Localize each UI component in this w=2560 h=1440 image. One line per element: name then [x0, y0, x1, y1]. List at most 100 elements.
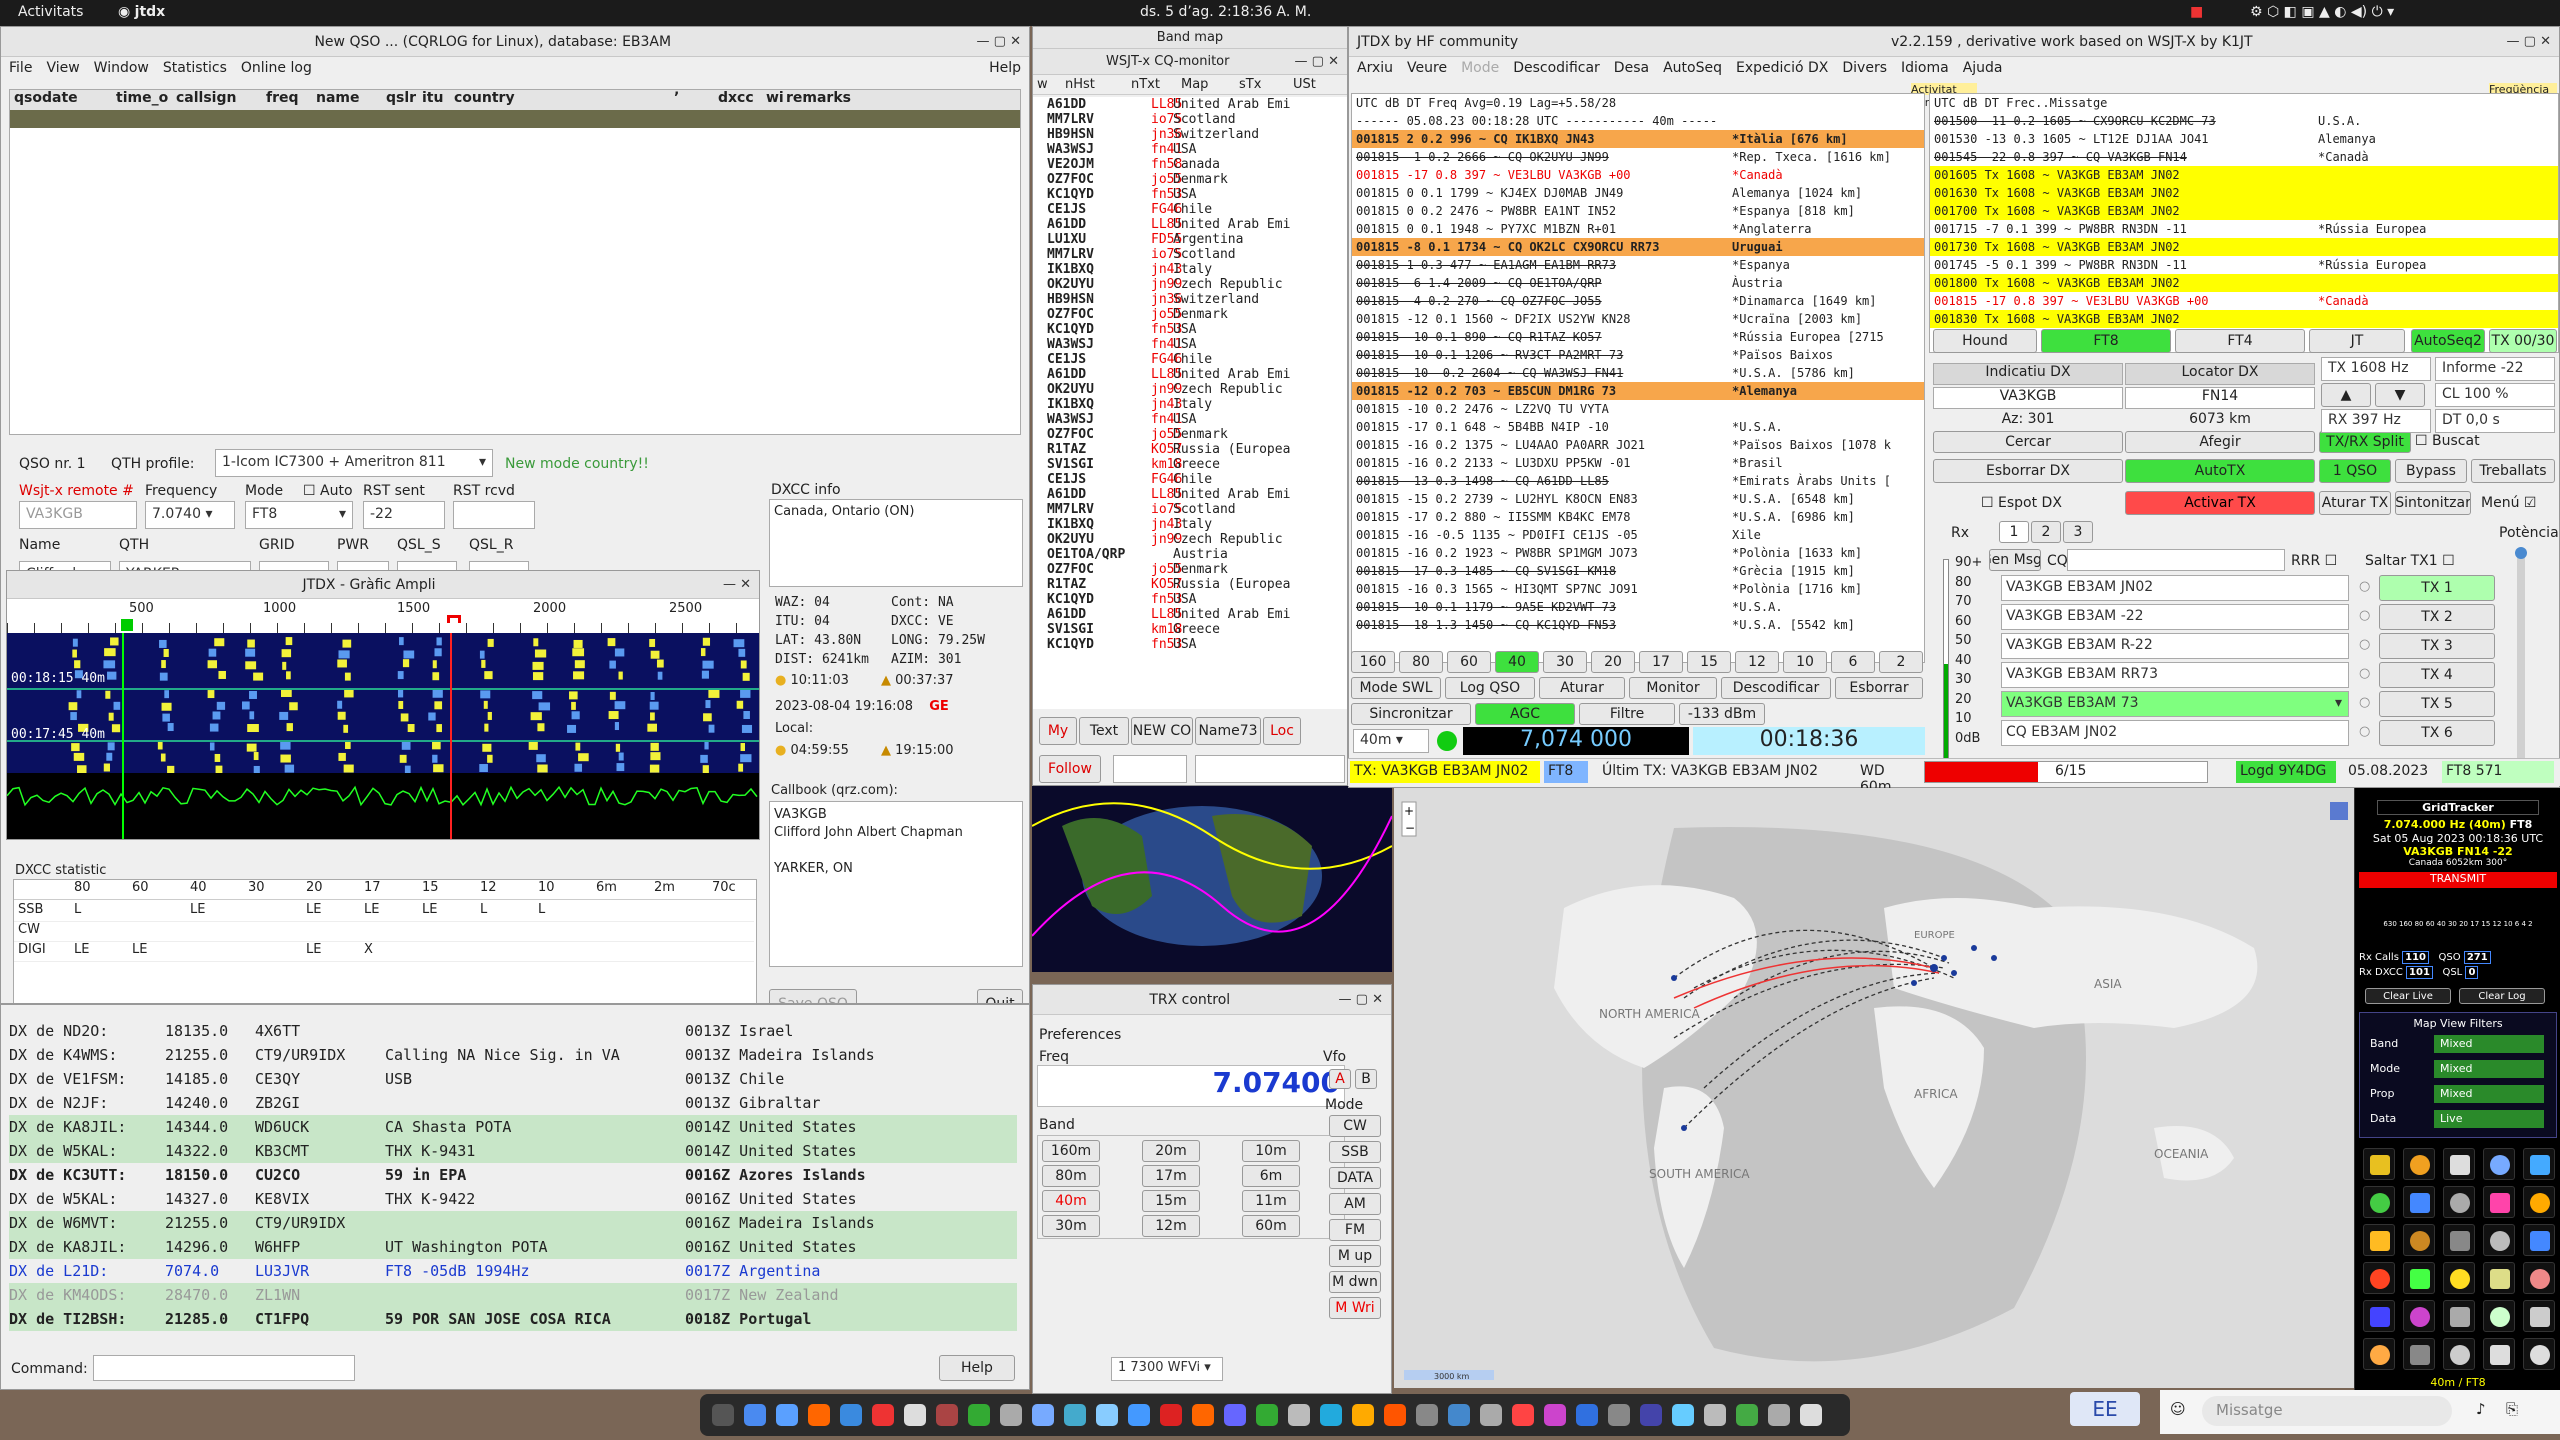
dock-app-icon[interactable]	[1320, 1404, 1342, 1426]
decode-row[interactable]: 001545 -22 0.8 397 ~ CQ VA3KGB FN14 *Cana…	[1930, 148, 2558, 166]
cluster-row[interactable]: DX de KC3UTT: 18150.0 CU2CO 59 in EPA 0016Z …	[9, 1163, 1017, 1187]
dx-call-field[interactable]: VA3KGB	[1933, 387, 2123, 409]
decode-row[interactable]: 001815 -13 0.3 1498 ~ CQ A61DD LL85 *Emir…	[1352, 472, 1924, 490]
tx-marker[interactable]	[447, 615, 461, 623]
band-button[interactable]: 80	[1399, 651, 1443, 673]
trx-mode-button[interactable]: CW	[1329, 1115, 1381, 1137]
control-button[interactable]: -133 dBm	[1679, 703, 1765, 725]
control-button[interactable]: Mode SWL	[1351, 677, 1441, 699]
band-button[interactable]: 40	[1495, 651, 1539, 673]
tx-up-button[interactable]: ▲	[2321, 383, 2371, 407]
cq-row[interactable]: A61DD LL85 United Arab Emi	[1033, 487, 1347, 502]
decode-row[interactable]: 001800 Tx 1608 ~ VA3KGB EB3AM JN02	[1930, 274, 2558, 292]
decode-row[interactable]: 001815 -8 0.1 1734 ~ CQ OK2LC CX9ORCU RR…	[1352, 238, 1924, 256]
tune-button[interactable]: Sintonitzar	[2395, 491, 2471, 515]
cq-row[interactable]: KC1QYD fn53 USA	[1033, 187, 1347, 202]
col-itu[interactable]: itu	[422, 90, 443, 106]
halt-tx-button[interactable]: Aturar TX	[2319, 491, 2391, 515]
dock-app-icon[interactable]	[1672, 1404, 1694, 1426]
gt-tool-icon[interactable]	[2403, 1186, 2435, 1218]
cq-col[interactable]: sTx	[1239, 77, 1261, 92]
tx-message-field[interactable]: VA3KGB EB3AM JN02	[2001, 575, 2349, 601]
window-controls[interactable]: — ✕	[723, 577, 751, 592]
tx-message-field[interactable]: VA3KGB EB3AM RR73	[2001, 662, 2349, 688]
band-button[interactable]: 10	[1783, 651, 1827, 673]
window-controls[interactable]: — ▢ ✕	[1339, 992, 1383, 1007]
hunt-checkbox[interactable]: ☐ Buscat	[2415, 433, 2480, 449]
gt-filter-select[interactable]: Mixed	[2434, 1085, 2544, 1103]
cluster-row[interactable]: DX de KA8JIL: 14296.0 W6HFP UT Washington P…	[9, 1235, 1017, 1259]
cq-row[interactable]: OK2UYU jn99 Czech Republic	[1033, 277, 1347, 292]
mode-button[interactable]: JT	[2309, 329, 2405, 353]
decode-row[interactable]: 001605 Tx 1608 ~ VA3KGB EB3AM JN02	[1930, 166, 2558, 184]
decode-row[interactable]: 001815 -17 0.8 397 ~ VE3LBU VA3KGB +00 *C…	[1352, 166, 1924, 184]
cq-row[interactable]: SV1SGI km18 Greece	[1033, 622, 1347, 637]
gt-filter-select[interactable]: Live	[2434, 1110, 2544, 1128]
dock-app-icon[interactable]	[1224, 1404, 1246, 1426]
cq-col[interactable]: nHst	[1065, 77, 1095, 92]
message-input[interactable]: Missatge	[2202, 1396, 2452, 1426]
rst-rcvd-field[interactable]	[453, 501, 535, 529]
col-mark[interactable]: ’	[674, 90, 679, 106]
gt-tool-icon[interactable]	[2523, 1300, 2555, 1332]
dock-app-icon[interactable]	[1256, 1404, 1278, 1426]
dock-app-icon[interactable]	[840, 1404, 862, 1426]
cluster-row[interactable]: DX de K4WMS: 21255.0 CT9/UR9IDX Calling NA …	[9, 1043, 1017, 1067]
dock-app-icon[interactable]	[1608, 1404, 1630, 1426]
cq-col[interactable]: nTxt	[1131, 77, 1160, 92]
gt-tool-icon[interactable]	[2443, 1186, 2475, 1218]
decode-row[interactable]: 001815 -12 0.1 1560 ~ DF2IX US2YW KN28 *U…	[1352, 310, 1924, 328]
gt-filter-select[interactable]: Mixed	[2434, 1060, 2544, 1078]
jtdx-menu-item[interactable]: Desa	[1614, 60, 1649, 76]
avatar[interactable]: EE	[2070, 1392, 2140, 1426]
cq-col[interactable]: Map	[1181, 77, 1208, 92]
decode-row[interactable]: 001815 -6 1.4 2009 ~ CQ OE1TOA/QRP Àustr…	[1352, 274, 1924, 292]
tab-1[interactable]: 1	[1999, 521, 2029, 543]
dock-app-icon[interactable]	[1352, 1404, 1374, 1426]
decode-row[interactable]: 001815 1 0.3 477 ~ EA1AGM EA1BM RR73 *Esp…	[1352, 256, 1924, 274]
dock-app-icon[interactable]	[712, 1404, 734, 1426]
decode-row[interactable]: 001630 Tx 1608 ~ VA3KGB EB3AM JN02	[1930, 184, 2558, 202]
cluster-row[interactable]: DX de ND2O: 18135.0 4X6TT 0013Z Israel	[9, 1019, 1017, 1043]
dock-app-icon[interactable]	[1512, 1404, 1534, 1426]
cq-row[interactable]: CE1JS FG46 Chile	[1033, 202, 1347, 217]
control-button[interactable]: AGC	[1475, 703, 1575, 725]
band-button[interactable]: 17	[1639, 651, 1683, 673]
trx-band-button[interactable]: 30m	[1042, 1215, 1100, 1237]
jtdx-menu-item[interactable]: Mode	[1461, 60, 1499, 76]
tx-button[interactable]: TX 3	[2379, 633, 2495, 659]
gt-filter-select[interactable]: Mixed	[2434, 1035, 2544, 1053]
dock-app-icon[interactable]	[1800, 1404, 1822, 1426]
cq-row[interactable]: MM7LRV io75 Scotland	[1033, 247, 1347, 262]
control-button[interactable]: Descodificar	[1721, 677, 1831, 699]
tx-rx-split-button[interactable]: TX/RX Split	[2319, 431, 2411, 453]
control-button[interactable]: Filtre	[1579, 703, 1675, 725]
band-activity-list[interactable]: UTC dB DT Freq Avg=0.19 Lag=+5.58/28 ---…	[1351, 93, 1925, 663]
decode-row[interactable]: 001815 -17 0.8 397 ~ VE3LBU VA3KGB +00 *C…	[1930, 292, 2558, 310]
enable-tx-button[interactable]: Activar TX	[2125, 491, 2315, 515]
menu-online-log[interactable]: Online log	[241, 60, 312, 76]
gt-tool-icon[interactable]	[2443, 1148, 2475, 1180]
control-button[interactable]: Monitor	[1629, 677, 1717, 699]
auto-tx-button[interactable]: AutoTX	[2125, 459, 2315, 483]
gt-tool-icon[interactable]	[2483, 1262, 2515, 1294]
lookup-button[interactable]: Cercar	[1933, 431, 2123, 453]
cq-row[interactable]: IK1BXQ jn43 Italy	[1033, 517, 1347, 532]
power-slider[interactable]	[2515, 547, 2527, 777]
tx-radio[interactable]: ○	[2359, 608, 2370, 623]
skip-tx1-checkbox[interactable]: Saltar TX1 ☐	[2365, 553, 2455, 569]
gt-tool-icon[interactable]	[2523, 1148, 2555, 1180]
col-time[interactable]: time_o	[116, 90, 168, 106]
preferences-menu[interactable]: Preferences	[1039, 1027, 1121, 1043]
dock-app-icon[interactable]	[1736, 1404, 1758, 1426]
decode-row[interactable]: 001715 -7 0.1 399 ~ PW8BR RN3DN -11 *Rúss…	[1930, 220, 2558, 238]
dock-app-icon[interactable]	[1704, 1404, 1726, 1426]
cq-row[interactable]: A61DD LL85 United Arab Emi	[1033, 97, 1347, 112]
decode-row[interactable]: 001730 Tx 1608 ~ VA3KGB EB3AM JN02	[1930, 238, 2558, 256]
cq-row[interactable]: KC1QYD fn53 USA	[1033, 637, 1347, 652]
gt-tool-icon[interactable]	[2483, 1148, 2515, 1180]
dock-app-icon[interactable]	[776, 1404, 798, 1426]
mode-button[interactable]: AutoSeq2	[2411, 329, 2485, 353]
cq-row[interactable]: IK1BXQ jn43 Italy	[1033, 262, 1347, 277]
jtdx-menu-item[interactable]: Expedició DX	[1736, 60, 1828, 76]
